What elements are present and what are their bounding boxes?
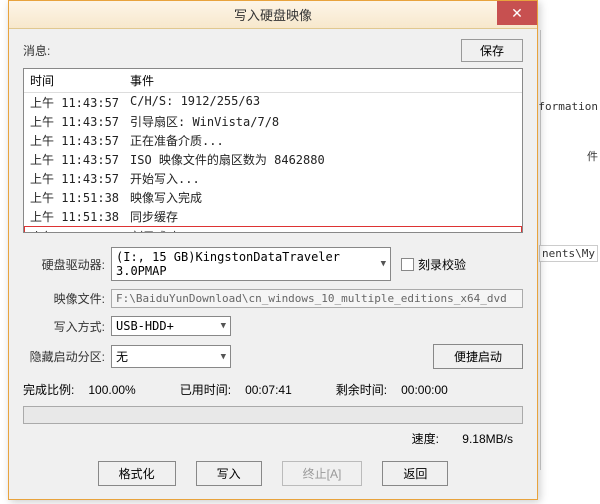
log-row: 上午 11:43:57C/H/S: 1912/255/63 [24, 93, 522, 112]
drive-row: 硬盘驱动器: (I:, 15 GB)KingstonDataTraveler 3… [23, 247, 523, 281]
bg-path: nents\My [539, 245, 598, 262]
method-value: USB-HDD+ [116, 319, 174, 333]
method-select[interactable]: USB-HDD+ ▼ [111, 316, 231, 336]
hidden-row: 隐藏启动分区: 无 ▼ 便捷启动 [23, 344, 523, 369]
verify-checkbox-wrap[interactable]: 刻录校验 [401, 256, 466, 273]
dialog-content: 消息: 保存 时间 事件 上午 11:43:57C/H/S: 1912/255/… [9, 29, 537, 499]
log-header: 时间 事件 [24, 69, 522, 93]
log-row-success: 上午 11:51:39刻录成功! [24, 226, 522, 233]
complete-value: 100.00% [88, 383, 135, 397]
log-row: 上午 11:51:38映像写入完成 [24, 188, 522, 207]
log-row: 上午 11:43:57ISO 映像文件的扇区数为 8462880 [24, 150, 522, 169]
background-window: Information 件 nents\My [540, 30, 600, 470]
verify-checkbox[interactable] [401, 258, 414, 271]
col-event-header: 事件 [130, 72, 154, 89]
speed-value: 9.18MB/s [462, 432, 513, 446]
remain-value: 00:00:00 [401, 383, 448, 397]
dialog-title: 写入硬盘映像 [234, 5, 312, 24]
save-button[interactable]: 保存 [461, 39, 523, 62]
remain-label: 剩余时间: [336, 381, 387, 398]
method-row: 写入方式: USB-HDD+ ▼ [23, 316, 523, 336]
form-area: 硬盘驱动器: (I:, 15 GB)KingstonDataTraveler 3… [23, 247, 523, 369]
elapsed-label: 已用时间: [180, 381, 231, 398]
drive-label: 硬盘驱动器: [23, 256, 111, 273]
complete-label: 完成比例: [23, 381, 74, 398]
log-row: 上午 11:51:38同步缓存 [24, 207, 522, 226]
hidden-label: 隐藏启动分区: [23, 348, 111, 365]
log-listbox[interactable]: 时间 事件 上午 11:43:57C/H/S: 1912/255/63 上午 1… [23, 68, 523, 233]
image-row: 映像文件: F:\BaiduYunDownload\cn_windows_10_… [23, 289, 523, 308]
method-label: 写入方式: [23, 318, 111, 335]
image-label: 映像文件: [23, 290, 111, 307]
close-button[interactable]: ✕ [497, 1, 537, 25]
portable-boot-button[interactable]: 便捷启动 [433, 344, 523, 369]
button-row: 格式化 写入 终止[A] 返回 [23, 461, 523, 486]
verify-label: 刻录校验 [418, 256, 466, 273]
close-icon: ✕ [511, 5, 523, 22]
back-button[interactable]: 返回 [382, 461, 448, 486]
bg-text: 件 [587, 148, 598, 164]
progress-bar [23, 406, 523, 424]
log-row: 上午 11:43:57正在准备介质... [24, 131, 522, 150]
log-row: 上午 11:43:57引导扇区: WinVista/7/8 [24, 112, 522, 131]
abort-button: 终止[A] [282, 461, 363, 486]
speed-row: 速度: 9.18MB/s [23, 430, 523, 447]
hidden-select[interactable]: 无 ▼ [111, 345, 231, 368]
message-row: 消息: 保存 [23, 39, 523, 62]
hidden-value: 无 [116, 348, 128, 365]
progress-stats: 完成比例: 100.00% 已用时间: 00:07:41 剩余时间: 00:00… [23, 381, 523, 398]
drive-value: (I:, 15 GB)KingstonDataTraveler 3.0PMAP [116, 250, 381, 278]
image-file-input[interactable]: F:\BaiduYunDownload\cn_windows_10_multip… [111, 289, 523, 308]
log-row: 上午 11:43:57开始写入... [24, 169, 522, 188]
titlebar: 写入硬盘映像 ✕ [9, 1, 537, 29]
drive-select[interactable]: (I:, 15 GB)KingstonDataTraveler 3.0PMAP … [111, 247, 391, 281]
write-button[interactable]: 写入 [196, 461, 262, 486]
chevron-down-icon: ▼ [381, 259, 386, 269]
elapsed-value: 00:07:41 [245, 383, 292, 397]
message-label: 消息: [23, 42, 50, 59]
speed-label: 速度: [412, 432, 439, 446]
write-disk-image-dialog: 写入硬盘映像 ✕ 消息: 保存 时间 事件 上午 11:43:57C/H/S: … [8, 0, 538, 500]
chevron-down-icon: ▼ [221, 352, 226, 362]
col-time-header: 时间 [30, 72, 130, 89]
chevron-down-icon: ▼ [221, 321, 226, 331]
format-button[interactable]: 格式化 [98, 461, 176, 486]
